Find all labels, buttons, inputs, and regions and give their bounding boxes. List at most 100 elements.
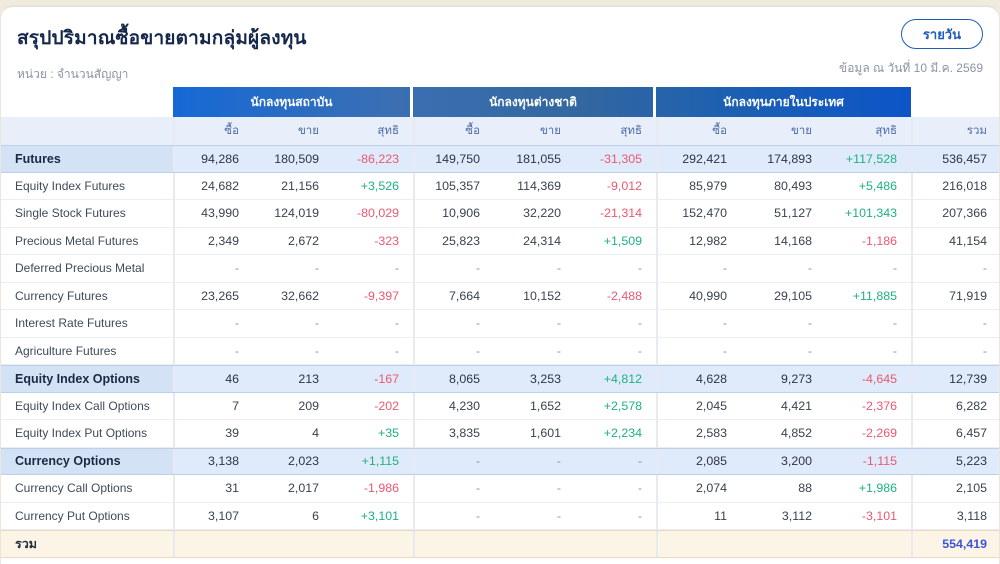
cell-domestic-sell: 88 bbox=[798, 481, 812, 496]
cell-foreign-buy bbox=[413, 531, 494, 557]
cell-row-total: 41,154 bbox=[911, 227, 1000, 254]
cell-inst-sell: - bbox=[314, 343, 319, 358]
cell-row-total: 216,018 bbox=[911, 172, 1000, 199]
cell-domestic-sell bbox=[741, 531, 826, 557]
cell-domestic-sell: - bbox=[807, 316, 812, 331]
table-row: Equity Index Options 46 213 -167 8,065 3… bbox=[1, 365, 999, 393]
col-header-inst-sell: ขาย bbox=[297, 125, 319, 137]
group-domestic-investors: นักลงทุนภายในประเทศ bbox=[723, 94, 844, 109]
col-header-domestic-net: สุทธิ bbox=[875, 125, 897, 137]
cell-row-total: 71,919 bbox=[911, 282, 1000, 309]
table-row: Interest Rate Futures - - - - - - - - - … bbox=[1, 310, 999, 338]
cell-domestic-net: - bbox=[892, 261, 897, 276]
cell-domestic-buy: 4,628 bbox=[656, 366, 741, 392]
cell-inst-buy: 31 bbox=[173, 475, 253, 502]
investor-summary-table: นักลงทุนสถาบัน นักลงทุนต่างชาติ นักลงทุน… bbox=[1, 87, 999, 558]
table-row: Currency Futures 23,265 32,662 -9,397 7,… bbox=[1, 282, 1000, 310]
cell-inst-sell: 2,672 bbox=[287, 233, 319, 248]
row-label: Futures bbox=[1, 146, 173, 172]
cell-foreign-sell: 32,220 bbox=[523, 206, 561, 221]
cell-inst-net: +3,101 bbox=[360, 508, 399, 523]
cell-foreign-buy: 3,835 bbox=[413, 420, 494, 447]
table-row: Currency Call Options 31 2,017 -1,986 - … bbox=[1, 475, 999, 503]
table-row: Currency Put Options 3,107 6 +3,101 - - … bbox=[1, 502, 999, 530]
cell-foreign-buy: 4,230 bbox=[413, 392, 494, 419]
row-label: Currency Put Options bbox=[15, 508, 130, 523]
row-label: Precious Metal Futures bbox=[15, 233, 139, 248]
cell-domestic-sell: 14,168 bbox=[774, 233, 812, 248]
row-label: Equity Index Futures bbox=[15, 178, 126, 193]
cell-domestic-sell: - bbox=[807, 343, 812, 358]
row-label: Deferred Precious Metal bbox=[15, 261, 145, 276]
cell-inst-buy: 46 bbox=[173, 366, 253, 392]
summary-card: สรุปปริมาณซื้อขายตามกลุ่มผู้ลงทุน หน่วย … bbox=[1, 6, 999, 564]
group-foreign-investors: นักลงทุนต่างชาติ bbox=[413, 87, 656, 117]
cell-foreign-sell: 1,652 bbox=[529, 398, 561, 413]
cell-inst-sell: 6 bbox=[312, 508, 319, 523]
cell-domestic-buy: 292,421 bbox=[656, 146, 741, 172]
cell-inst-sell: 2,017 bbox=[287, 481, 319, 496]
cell-inst-buy: 7 bbox=[173, 392, 253, 419]
cell-domestic-sell: 3,200 bbox=[780, 454, 812, 469]
daily-view-button[interactable]: รายวัน bbox=[900, 19, 983, 49]
cell-domestic-buy: 2,045 bbox=[656, 392, 741, 419]
cell-foreign-buy: - bbox=[413, 310, 494, 337]
cell-row-total: 554,419 bbox=[911, 531, 1000, 557]
cell-domestic-net: -4,645 bbox=[861, 371, 897, 386]
cell-domestic-sell: 51,127 bbox=[774, 206, 812, 221]
card-header: สรุปปริมาณซื้อขายตามกลุ่มผู้ลงทุน หน่วย … bbox=[1, 7, 999, 87]
cell-foreign-net: +2,578 bbox=[603, 398, 642, 413]
table-row: Deferred Precious Metal - - - - - - - - … bbox=[1, 255, 999, 283]
table-row: Equity Index Put Options 39 4 +35 3,835 … bbox=[1, 420, 999, 448]
cell-inst-net: +3,526 bbox=[360, 178, 399, 193]
cell-inst-net: +35 bbox=[377, 426, 399, 441]
cell-foreign-net: -9,012 bbox=[606, 178, 642, 193]
cell-domestic-sell: 3,112 bbox=[781, 508, 812, 523]
cell-foreign-sell: 10,152 bbox=[523, 288, 561, 303]
cell-foreign-net: - bbox=[637, 481, 642, 496]
row-label: Currency Call Options bbox=[15, 481, 133, 496]
cell-foreign-buy: 10,906 bbox=[413, 200, 494, 227]
cell-domestic-net: +101,343 bbox=[844, 206, 897, 221]
cell-inst-net: - bbox=[394, 316, 399, 331]
table-row: Agriculture Futures - - - - - - - - - - bbox=[1, 337, 999, 365]
cell-domestic-buy: 2,583 bbox=[656, 420, 741, 447]
cell-foreign-buy: - bbox=[413, 255, 494, 282]
cell-domestic-net: +117,528 bbox=[845, 151, 897, 166]
cell-domestic-sell: 80,493 bbox=[774, 178, 812, 193]
cell-domestic-buy: 40,990 bbox=[656, 282, 741, 309]
cell-foreign-net bbox=[575, 531, 656, 557]
table-row: Currency Options 3,138 2,023 +1,115 - - … bbox=[1, 447, 1000, 475]
cell-row-total: 5,223 bbox=[911, 448, 1000, 474]
cell-inst-net: -202 bbox=[374, 398, 399, 413]
cell-foreign-net: - bbox=[637, 261, 642, 276]
table-row: Single Stock Futures 43,990 124,019 -80,… bbox=[1, 200, 999, 228]
cell-inst-buy: - bbox=[173, 255, 253, 282]
cell-inst-buy: - bbox=[173, 337, 253, 364]
cell-domestic-buy: 2,085 bbox=[656, 448, 741, 474]
row-label: รวม bbox=[15, 536, 37, 551]
cell-domestic-net: -1,186 bbox=[861, 233, 897, 248]
cell-domestic-net: -1,115 bbox=[862, 454, 897, 469]
cell-foreign-sell bbox=[494, 531, 575, 557]
cell-foreign-sell: - bbox=[556, 261, 561, 276]
cell-inst-sell: - bbox=[314, 261, 319, 276]
cell-domestic-buy: - bbox=[656, 337, 741, 364]
cell-foreign-buy: 8,065 bbox=[413, 366, 494, 392]
table-row: Equity Index Futures 24,682 21,156 +3,52… bbox=[1, 172, 1000, 200]
cell-foreign-net: - bbox=[637, 454, 642, 469]
cell-domestic-sell: - bbox=[807, 261, 812, 276]
cell-inst-buy: 39 bbox=[173, 420, 253, 447]
cell-domestic-net: -3,101 bbox=[861, 508, 897, 523]
column-group-header-row: นักลงทุนสถาบัน นักลงทุนต่างชาติ นักลงทุน… bbox=[1, 87, 999, 117]
cell-domestic-net: -2,376 bbox=[861, 398, 897, 413]
cell-foreign-net: - bbox=[637, 316, 642, 331]
cell-domestic-buy: - bbox=[656, 255, 741, 282]
cell-row-total: - bbox=[911, 255, 1000, 282]
data-as-of-date: ข้อมูล ณ วันที่ 10 มี.ค. 2569 bbox=[839, 61, 983, 75]
cell-foreign-buy: - bbox=[413, 337, 494, 364]
cell-inst-buy: 43,990 bbox=[173, 200, 253, 227]
cell-domestic-buy: 85,979 bbox=[656, 172, 741, 199]
cell-inst-net bbox=[333, 531, 413, 557]
table-row: Equity Index Call Options 7 209 -202 4,2… bbox=[1, 392, 999, 420]
